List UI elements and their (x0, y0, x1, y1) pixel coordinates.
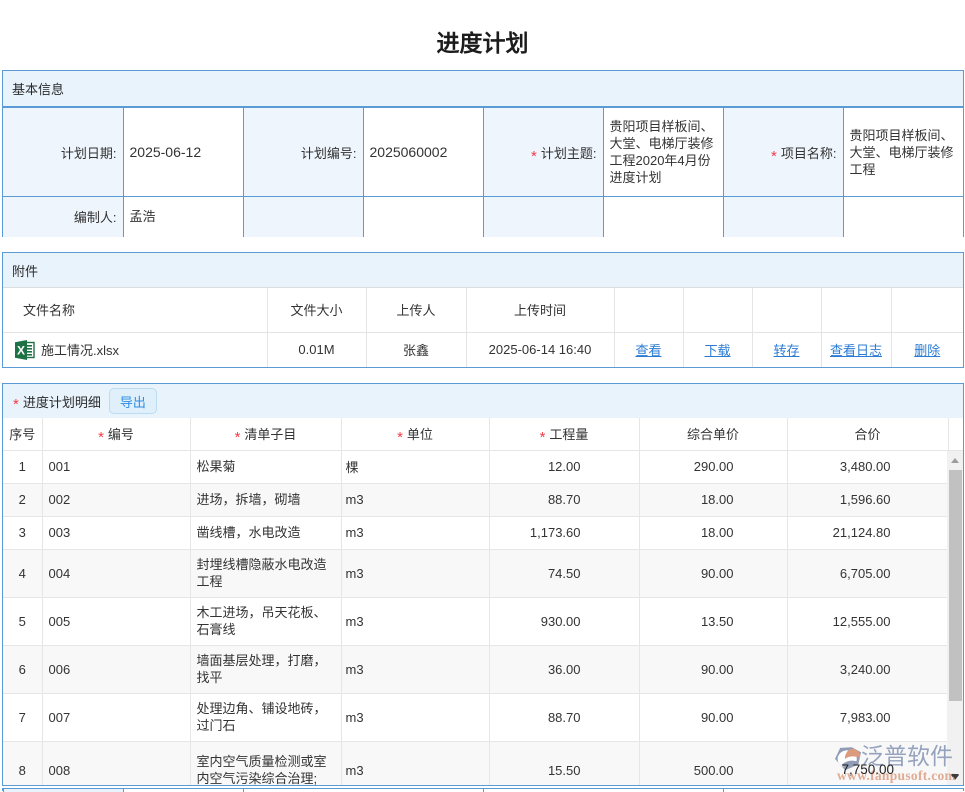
svg-text:X: X (17, 343, 25, 357)
